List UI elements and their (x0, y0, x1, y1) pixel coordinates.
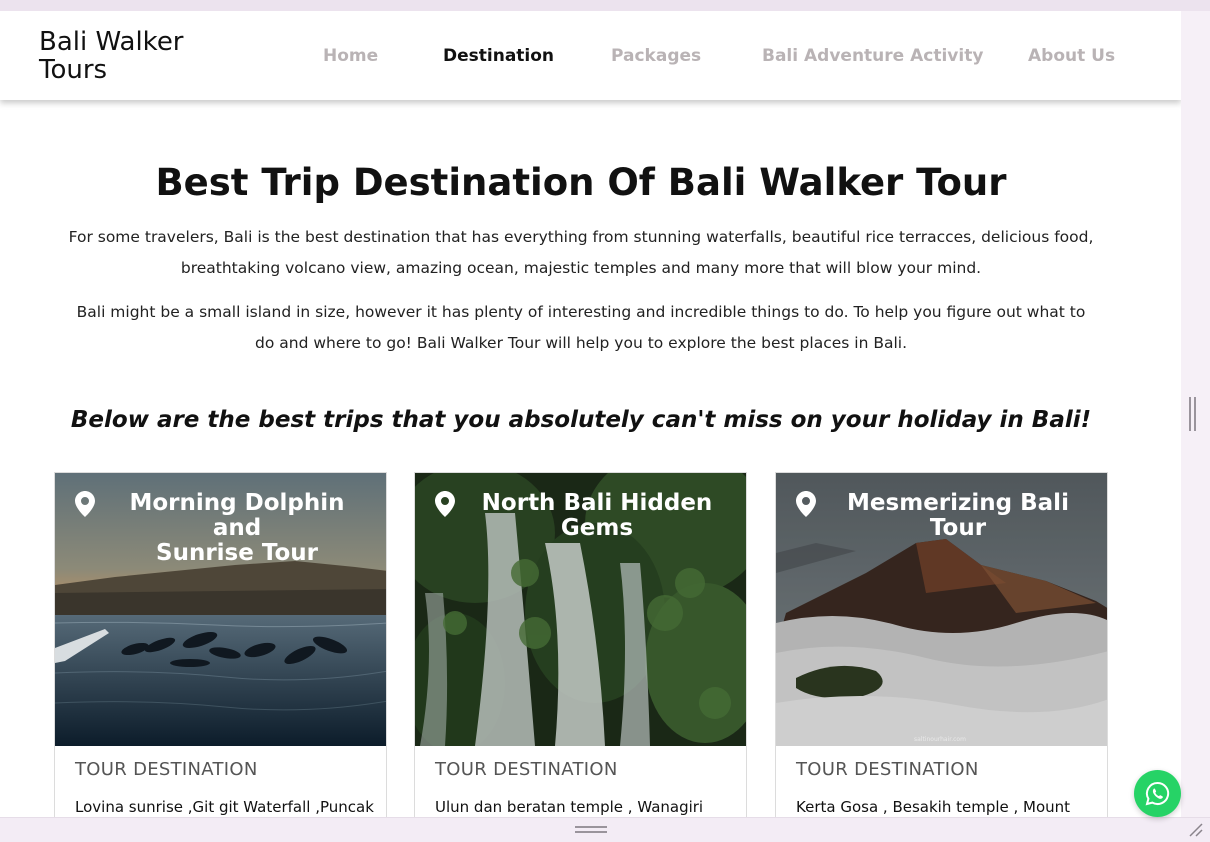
whatsapp-chat-button[interactable] (1134, 770, 1181, 817)
vertical-resize-handle[interactable] (1189, 397, 1197, 431)
intro-paragraph-2: Bali might be a small island in size, ho… (50, 297, 1112, 359)
tour-card-label: TOUR DESTINATION (796, 759, 979, 780)
browser-top-strip (0, 0, 1210, 11)
intro-paragraph-1-line-2: breathtaking volcano view, amazing ocean… (180, 259, 982, 277)
tour-card-title: Mesmerizing Bali Tour (776, 490, 1107, 551)
brand-line-1: Bali Walker (39, 27, 184, 57)
tour-card-dolphin[interactable]: Morning Dolphin and Sunrise Tour TOUR DE… (54, 472, 387, 817)
tour-card-label: TOUR DESTINATION (75, 759, 258, 780)
tour-card-title-line-2: Sunrise Tour (156, 540, 318, 566)
whatsapp-icon (1145, 781, 1170, 806)
tour-card-title-line-1: Mesmerizing Bali (847, 490, 1069, 516)
page: Bali Walker Tours Home Destination Packa… (0, 11, 1181, 817)
tour-card-description: Lovina sunrise ,Git git Waterfall ,Punca… (75, 798, 374, 816)
tour-card-north-bali[interactable]: North Bali Hidden Gems TOUR DESTINATION … (414, 472, 747, 817)
tour-card-mesmerizing-bali[interactable]: saltinourhair.com Mesmerizing Bali Tour … (775, 472, 1108, 817)
tour-card-title-line-2: Gems (560, 515, 634, 541)
tour-card-description: Ulun dan beratan temple , Wanagiri (435, 798, 704, 816)
tour-card-title-line-1: North Bali Hidden (481, 490, 713, 516)
brand-line-2: Tours (39, 55, 108, 85)
intro-paragraph-2-line-1: Bali might be a small island in size, ho… (76, 303, 1086, 321)
nav-packages[interactable]: Packages (611, 46, 701, 66)
map-pin-icon (75, 491, 95, 517)
tour-card-label: TOUR DESTINATION (435, 759, 618, 780)
map-pin-icon (796, 491, 816, 517)
tour-card-title-line-1: Morning Dolphin and (129, 490, 345, 541)
nav-bali-adventure-activity[interactable]: Bali Adventure Activity (762, 46, 983, 66)
intro-paragraph-1-line-1: For some travelers, Bali is the best des… (68, 228, 1094, 246)
image-watermark: saltinourhair.com (914, 736, 966, 743)
section-subtitle: Below are the best trips that you absolu… (70, 407, 1092, 433)
nav-about-us[interactable]: About Us (1028, 46, 1115, 66)
intro-paragraph-2-line-2: do and where to go! Bali Walker Tour wil… (255, 334, 907, 352)
intro-paragraph-1: For some travelers, Bali is the best des… (50, 222, 1112, 284)
page-title: Best Trip Destination Of Bali Walker Tou… (155, 161, 1007, 204)
map-pin-icon (435, 491, 455, 517)
navbar: Bali Walker Tours Home Destination Packa… (0, 11, 1181, 100)
tour-card-title: Morning Dolphin and Sunrise Tour (55, 490, 386, 566)
nav-home[interactable]: Home (323, 46, 378, 66)
brand-logo[interactable]: Bali Walker Tours (39, 28, 239, 84)
nav-destination[interactable]: Destination (443, 46, 554, 66)
resize-grip-icon[interactable] (1186, 820, 1204, 838)
horizontal-resize-handle[interactable] (575, 826, 607, 834)
tour-card-title-line-2: Tour (929, 515, 987, 541)
tour-card-description: Kerta Gosa , Besakih temple , Mount (796, 798, 1071, 816)
tour-card-title: North Bali Hidden Gems (415, 490, 746, 551)
